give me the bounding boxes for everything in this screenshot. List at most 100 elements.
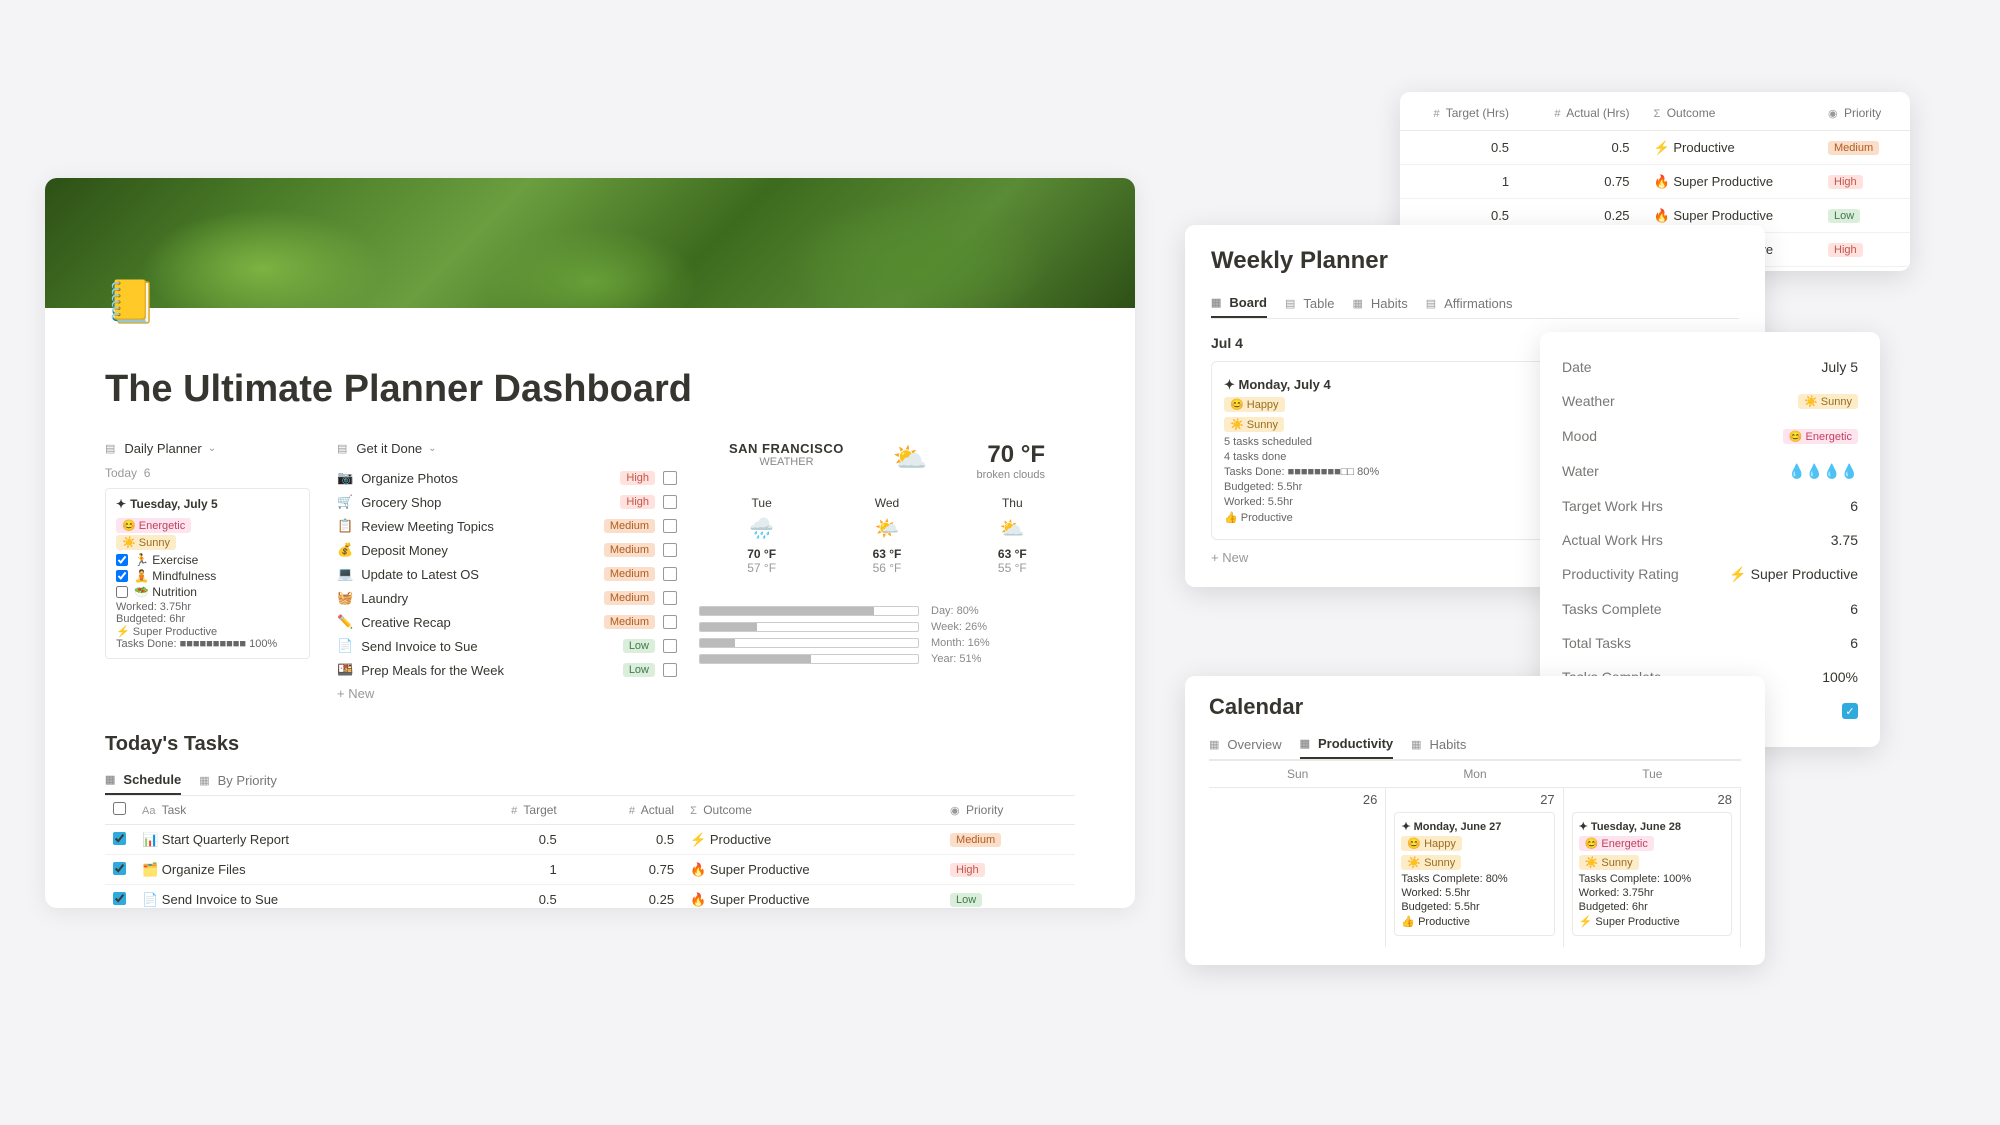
habit-mindfulness[interactable]: 🧘 Mindfulness xyxy=(116,569,299,583)
task-item[interactable]: 📋Review Meeting TopicsMedium xyxy=(337,514,677,538)
task-name: Organize Photos xyxy=(361,471,612,486)
today-label: Today 6 xyxy=(105,466,315,480)
cal-cell[interactable]: 26 xyxy=(1209,787,1386,947)
daily-planner-label: Daily Planner xyxy=(124,441,201,456)
tab-habits[interactable]: ▦Habits xyxy=(1352,289,1407,318)
tab-by-priority[interactable]: ▦By Priority xyxy=(199,766,277,795)
tab-overview[interactable]: ▦Overview xyxy=(1209,730,1282,759)
forecast-icon: 🌤️ xyxy=(873,516,902,541)
task-item[interactable]: 🛒Grocery ShopHigh xyxy=(337,490,677,514)
task-item[interactable]: 🍱Prep Meals for the WeekLow xyxy=(337,658,677,682)
detail-label: Tasks Complete xyxy=(1562,601,1662,617)
row-checkbox[interactable] xyxy=(113,862,126,875)
text-icon: Aa xyxy=(142,805,155,817)
progress-label: Week: 26% xyxy=(931,621,987,633)
cal-date: 28 xyxy=(1718,792,1732,807)
table-row[interactable]: 10.75🔥 Super ProductiveHigh xyxy=(1400,165,1910,199)
habit-checkbox[interactable] xyxy=(116,570,128,582)
cal-entry[interactable]: ✦ Tuesday, June 28 😊 Energetic ☀️ Sunny … xyxy=(1572,812,1732,936)
weather-tag: ☀️ Sunny xyxy=(1579,855,1639,870)
detail-value: July 5 xyxy=(1821,359,1858,375)
table-row[interactable]: 0.50.5⚡ ProductiveMedium xyxy=(1400,131,1910,165)
task-checkbox[interactable] xyxy=(663,567,677,581)
habit-checkbox[interactable] xyxy=(116,554,128,566)
detail-value: 6 xyxy=(1850,635,1858,651)
tab-schedule[interactable]: ▦Schedule xyxy=(105,766,181,795)
cal-entry[interactable]: ✦ Monday, June 27 😊 Happy ☀️ Sunny Tasks… xyxy=(1394,812,1554,936)
daily-planner-header[interactable]: ▤ Daily Planner ⌄ xyxy=(105,441,315,456)
col-target: Target (Hrs) xyxy=(1446,106,1509,120)
tasks-done-stat: Tasks Done: ■■■■■■■■■■ 100% xyxy=(116,638,299,650)
formula-icon: Σ xyxy=(1654,108,1661,120)
tab-board[interactable]: ▦Board xyxy=(1211,289,1267,318)
table-icon: ▦ xyxy=(199,774,209,787)
priority-cell: Medium xyxy=(1816,131,1910,165)
table-row[interactable]: 📄 Send Invoice to Sue0.50.25🔥 Super Prod… xyxy=(105,885,1075,909)
priority-tag: High xyxy=(620,495,655,509)
forecast-day: Thu⛅63 °F55 °F xyxy=(998,496,1027,575)
detail-tag: 😊 Energetic xyxy=(1783,429,1858,444)
task-checkbox[interactable] xyxy=(663,519,677,533)
detail-label: Total Tasks xyxy=(1562,635,1631,651)
col-target: Target xyxy=(523,803,556,817)
new-task-button[interactable]: + New xyxy=(337,682,677,705)
weekly-tabs: ▦Board ▤Table ▦Habits ▤Affirmations xyxy=(1211,289,1739,319)
task-cell: 📊 Start Quarterly Report xyxy=(134,825,447,855)
tab-table[interactable]: ▤Table xyxy=(1285,289,1334,318)
chevron-down-icon: ⌄ xyxy=(428,443,436,454)
actual-cell: 0.75 xyxy=(565,855,682,885)
tab-cal-habits[interactable]: ▦Habits xyxy=(1411,730,1466,759)
select-all-checkbox[interactable] xyxy=(113,802,126,815)
forecast-hi: 63 °F xyxy=(873,547,902,561)
detail-label: Weather xyxy=(1562,393,1615,410)
actual-cell: 0.5 xyxy=(1521,131,1642,165)
table-row[interactable]: 📊 Start Quarterly Report0.50.5⚡ Producti… xyxy=(105,825,1075,855)
tab-affirmations[interactable]: ▤Affirmations xyxy=(1426,289,1513,318)
habit-exercise[interactable]: 🏃 Exercise xyxy=(116,553,299,567)
habits-icon: ▦ xyxy=(1352,297,1362,310)
cal-cell[interactable]: 28 ✦ Tuesday, June 28 😊 Energetic ☀️ Sun… xyxy=(1564,787,1741,947)
task-item[interactable]: 💻Update to Latest OSMedium xyxy=(337,562,677,586)
get-it-done-label: Get it Done xyxy=(356,441,422,456)
target-cell: 0.5 xyxy=(447,825,565,855)
detail-row: Tasks Complete 6 xyxy=(1562,592,1858,626)
daily-card[interactable]: ✦ Tuesday, July 5 😊 Energetic ☀️ Sunny 🏃… xyxy=(105,488,310,659)
weather-desc: broken clouds xyxy=(977,469,1046,481)
page-icon[interactable]: 📒 xyxy=(105,278,155,328)
habit-nutrition[interactable]: 🥗 Nutrition xyxy=(116,585,299,599)
cal-stat: Tasks Complete: 80% xyxy=(1401,873,1547,885)
weekly-title: Weekly Planner xyxy=(1211,247,1739,275)
tab-productivity[interactable]: ▦Productivity xyxy=(1300,730,1394,759)
row-checkbox[interactable] xyxy=(113,832,126,845)
priority-tag: Medium xyxy=(604,543,655,557)
task-checkbox[interactable] xyxy=(663,471,677,485)
task-item[interactable]: 💰Deposit MoneyMedium xyxy=(337,538,677,562)
cal-cell[interactable]: 27 ✦ Monday, June 27 😊 Happy ☀️ Sunny Ta… xyxy=(1386,787,1563,947)
table-row[interactable]: 🗂️ Organize Files10.75🔥 Super Productive… xyxy=(105,855,1075,885)
task-name: Deposit Money xyxy=(361,543,596,558)
cal-stat: ⚡ Super Productive xyxy=(1579,915,1725,928)
target-cell: 0.5 xyxy=(1400,131,1521,165)
priority-tag: Low xyxy=(623,639,655,653)
get-it-done-header[interactable]: ▤ Get it Done ⌄ xyxy=(337,441,677,456)
task-checkbox[interactable] xyxy=(663,543,677,557)
task-checkbox[interactable] xyxy=(663,591,677,605)
task-item[interactable]: 📄Send Invoice to SueLow xyxy=(337,634,677,658)
task-item[interactable]: 🧺LaundryMedium xyxy=(337,586,677,610)
mindfulness-checkbox[interactable]: ✓ xyxy=(1842,703,1858,719)
priority-cell: Low xyxy=(1816,199,1910,233)
task-checkbox[interactable] xyxy=(663,639,677,653)
list-icon: ▤ xyxy=(1426,297,1436,310)
task-checkbox[interactable] xyxy=(663,615,677,629)
task-item[interactable]: ✏️Creative RecapMedium xyxy=(337,610,677,634)
habit-checkbox[interactable] xyxy=(116,586,128,598)
main-dashboard-card: 📒 The Ultimate Planner Dashboard ▤ Daily… xyxy=(45,178,1135,908)
row-checkbox[interactable] xyxy=(113,892,126,905)
task-checkbox[interactable] xyxy=(663,663,677,677)
col-actual: Actual xyxy=(641,803,674,817)
task-checkbox[interactable] xyxy=(663,495,677,509)
priority-tag: Medium xyxy=(604,519,655,533)
forecast-day: Wed🌤️63 °F56 °F xyxy=(873,496,902,575)
task-item[interactable]: 📷Organize PhotosHigh xyxy=(337,466,677,490)
detail-value: 6 xyxy=(1850,601,1858,617)
